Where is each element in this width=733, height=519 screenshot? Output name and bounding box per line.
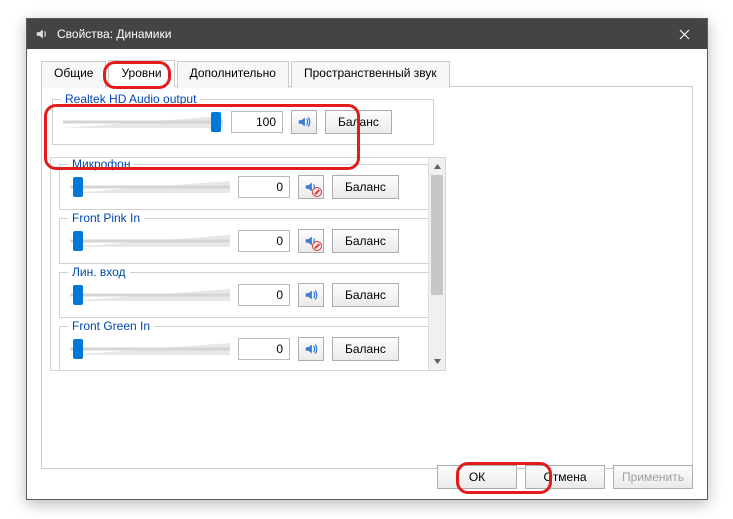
input-group: МикрофонБаланс bbox=[59, 164, 437, 210]
output-slider[interactable] bbox=[63, 111, 223, 133]
balance-button[interactable]: Баланс bbox=[332, 337, 399, 361]
output-group: Realtek HD Audio output Баланс bbox=[52, 99, 434, 145]
input-value[interactable] bbox=[238, 230, 290, 252]
output-row: Баланс bbox=[63, 110, 423, 134]
slider-thumb[interactable] bbox=[73, 231, 83, 251]
slider-thumb[interactable] bbox=[73, 285, 83, 305]
mute-button[interactable] bbox=[298, 337, 324, 361]
input-title: Микрофон bbox=[68, 157, 134, 171]
input-value[interactable] bbox=[238, 176, 290, 198]
tab-levels[interactable]: Уровни bbox=[108, 60, 174, 87]
speaker-icon bbox=[35, 27, 49, 41]
tab-strip: Общие Уровни Дополнительно Пространствен… bbox=[41, 59, 693, 87]
input-row: Баланс bbox=[70, 337, 426, 361]
input-value[interactable] bbox=[238, 338, 290, 360]
close-button[interactable] bbox=[662, 19, 707, 49]
levels-panel: Realtek HD Audio output Баланс bbox=[41, 87, 693, 469]
scroll-thumb[interactable] bbox=[431, 175, 443, 295]
dialog-window: Свойства: Динамики Общие Уровни Дополнит… bbox=[26, 18, 708, 500]
balance-button[interactable]: Баланс bbox=[332, 229, 399, 253]
slider-thumb[interactable] bbox=[73, 177, 83, 197]
mute-button[interactable] bbox=[298, 175, 324, 199]
apply-button[interactable]: Применить bbox=[613, 465, 693, 489]
input-title: Лин. вход bbox=[68, 265, 130, 279]
slider-thumb[interactable] bbox=[211, 112, 221, 132]
output-title: Realtek HD Audio output bbox=[61, 92, 200, 106]
speaker-on-icon bbox=[297, 115, 311, 129]
tab-advanced[interactable]: Дополнительно bbox=[177, 61, 289, 88]
mute-button[interactable] bbox=[291, 110, 317, 134]
ok-button[interactable]: ОК bbox=[437, 465, 517, 489]
tab-spatial[interactable]: Пространственный звук bbox=[291, 61, 450, 88]
balance-button[interactable]: Баланс bbox=[325, 110, 392, 134]
scroll-up-button[interactable] bbox=[429, 158, 445, 175]
muted-badge-icon bbox=[312, 241, 322, 251]
speaker-icon bbox=[304, 342, 318, 356]
titlebar: Свойства: Динамики bbox=[27, 19, 707, 49]
balance-button[interactable]: Баланс bbox=[332, 283, 399, 307]
scroll-down-button[interactable] bbox=[429, 353, 445, 370]
input-group: Front Pink InБаланс bbox=[59, 218, 437, 264]
input-value[interactable] bbox=[238, 284, 290, 306]
input-slider[interactable] bbox=[70, 338, 230, 360]
dialog-body: Общие Уровни Дополнительно Пространствен… bbox=[27, 49, 707, 469]
mute-button[interactable] bbox=[298, 229, 324, 253]
tab-general[interactable]: Общие bbox=[41, 61, 106, 88]
window-title: Свойства: Динамики bbox=[57, 27, 171, 41]
input-title: Front Green In bbox=[68, 319, 154, 333]
input-row: Баланс bbox=[70, 283, 426, 307]
input-group: Лин. входБаланс bbox=[59, 272, 437, 318]
cancel-button[interactable]: Отмена bbox=[525, 465, 605, 489]
mute-button[interactable] bbox=[298, 283, 324, 307]
input-slider[interactable] bbox=[70, 284, 230, 306]
input-slider[interactable] bbox=[70, 176, 230, 198]
scrollbar[interactable] bbox=[428, 158, 445, 370]
output-value[interactable] bbox=[231, 111, 283, 133]
input-row: Баланс bbox=[70, 175, 426, 199]
speaker-icon bbox=[304, 288, 318, 302]
input-row: Баланс bbox=[70, 229, 426, 253]
muted-badge-icon bbox=[312, 187, 322, 197]
input-title: Front Pink In bbox=[68, 211, 144, 225]
balance-button[interactable]: Баланс bbox=[332, 175, 399, 199]
input-group: Front Green InБаланс bbox=[59, 326, 437, 371]
inputs-list: МикрофонБалансFront Pink InБалансЛин. вх… bbox=[50, 157, 446, 371]
input-slider[interactable] bbox=[70, 230, 230, 252]
dialog-footer: ОК Отмена Применить bbox=[437, 465, 693, 489]
close-icon bbox=[679, 29, 690, 40]
slider-thumb[interactable] bbox=[73, 339, 83, 359]
